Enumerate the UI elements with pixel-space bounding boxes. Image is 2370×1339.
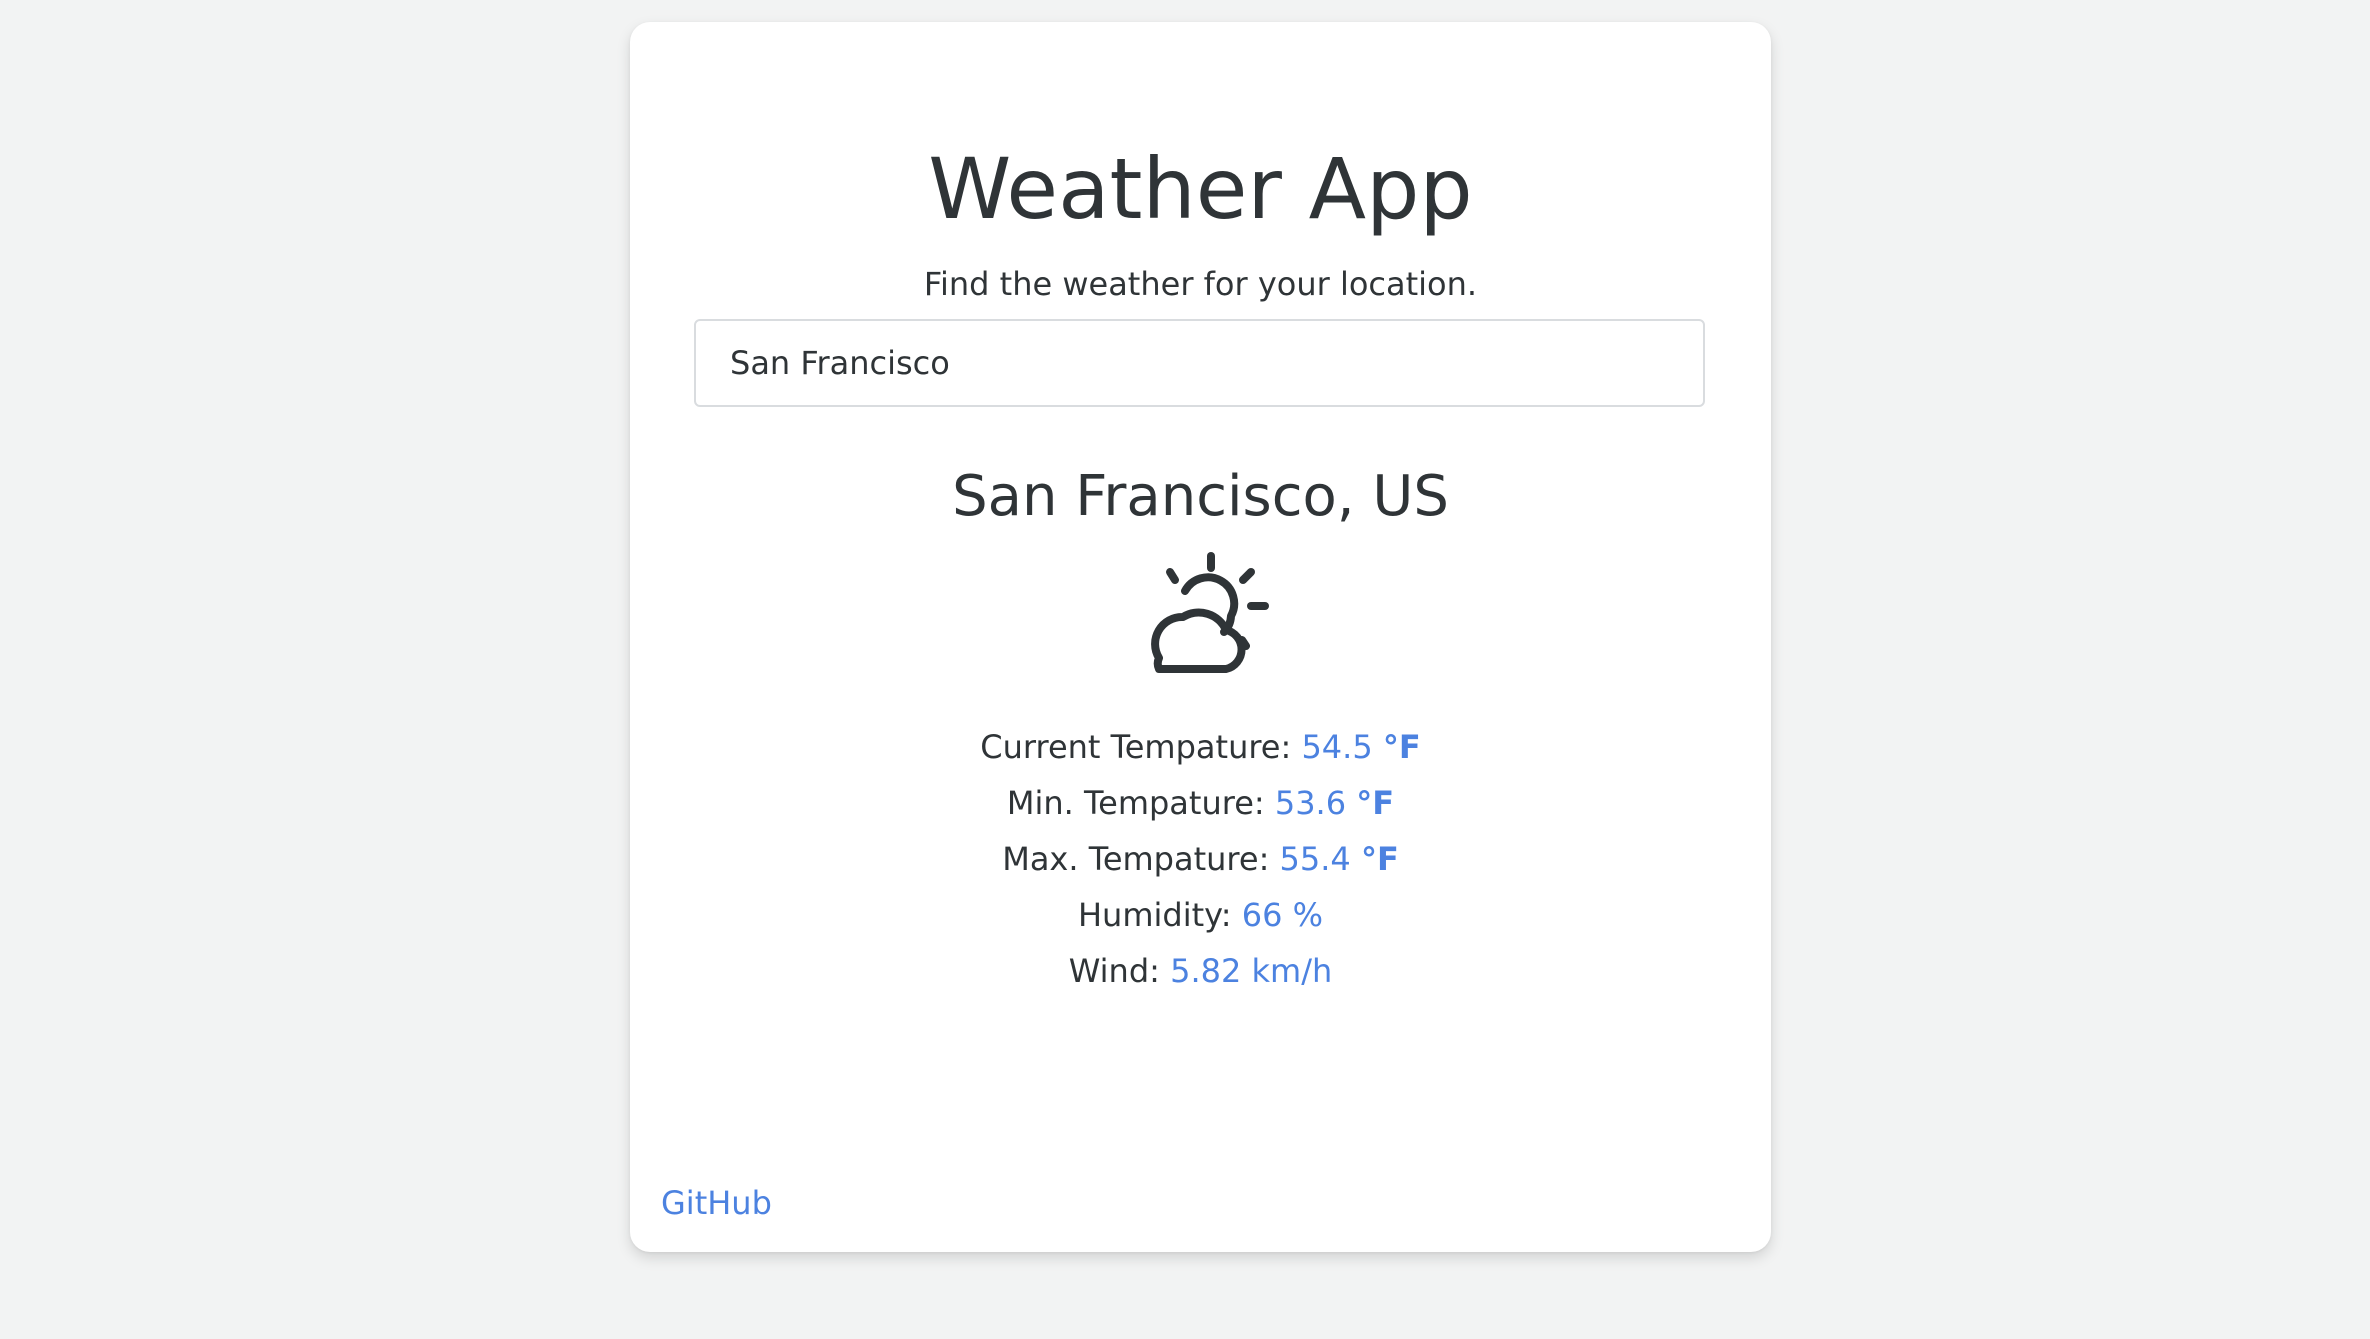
min-temperature-row: Min. Tempature: 53.6 °F [630, 775, 1771, 831]
min-temperature-value: 53.6 [1274, 784, 1347, 822]
app-subtitle: Find the weather for your location. [923, 265, 1478, 303]
current-temperature-row: Current Tempature: 54.5 °F [630, 719, 1771, 775]
humidity-row: Humidity: 66 % [630, 887, 1771, 943]
min-temperature-unit: °F [1356, 784, 1395, 822]
wind-label: Wind: [1068, 952, 1160, 990]
humidity-value: 66 % [1241, 896, 1323, 934]
max-temperature-unit: °F [1360, 840, 1399, 878]
weather-card: Weather App Find the weather for your lo… [630, 22, 1771, 1252]
min-temperature-label: Min. Tempature: [1006, 784, 1265, 822]
max-temperature-value: 55.4 [1279, 840, 1351, 878]
weather-stats: Current Tempature: 54.5 °F Min. Tempatur… [630, 719, 1771, 999]
current-temperature-value: 54.5 [1301, 728, 1373, 766]
current-temperature-unit: °F [1382, 728, 1421, 766]
wind-row: Wind: 5.82 km/h [630, 943, 1771, 999]
humidity-label: Humidity: [1077, 896, 1232, 934]
max-temperature-label: Max. Tempature: [1002, 840, 1270, 878]
github-link[interactable]: GitHub [661, 1179, 772, 1227]
location-name: San Francisco, US [952, 464, 1449, 529]
current-temperature-label: Current Tempature: [980, 728, 1292, 766]
max-temperature-row: Max. Tempature: 55.4 °F [630, 831, 1771, 887]
partly-cloudy-icon [1151, 552, 1269, 673]
location-search-input[interactable] [694, 319, 1705, 407]
wind-value: 5.82 km/h [1170, 952, 1333, 990]
app-title: Weather App [928, 140, 1473, 238]
